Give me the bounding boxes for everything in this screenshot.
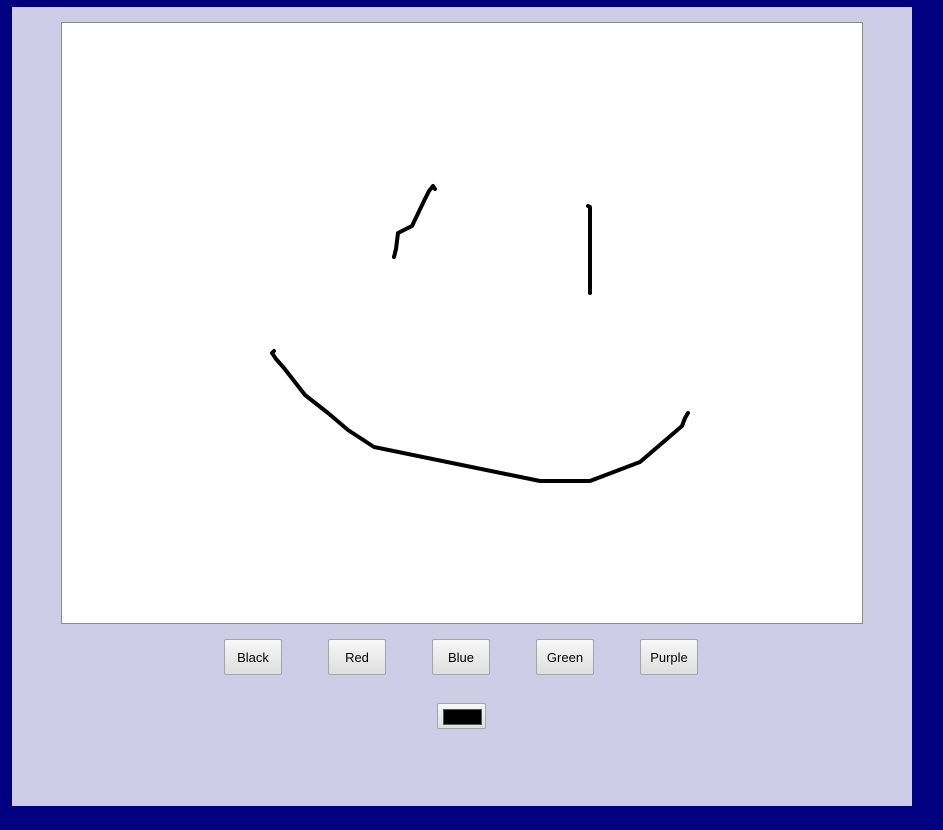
- blue-button[interactable]: Blue: [432, 639, 490, 675]
- red-button[interactable]: Red: [328, 639, 386, 675]
- current-color-swatch: [443, 709, 482, 725]
- color-picker-button[interactable]: [437, 703, 486, 729]
- green-button[interactable]: Green: [536, 639, 594, 675]
- drawing-surface[interactable]: [62, 23, 862, 623]
- stroke-right-eye: [586, 204, 592, 295]
- stroke-left-eye: [392, 184, 437, 259]
- purple-button[interactable]: Purple: [640, 639, 698, 675]
- black-button[interactable]: Black: [224, 639, 282, 675]
- drawing-canvas[interactable]: [61, 22, 863, 624]
- stroke-mouth: [270, 349, 690, 483]
